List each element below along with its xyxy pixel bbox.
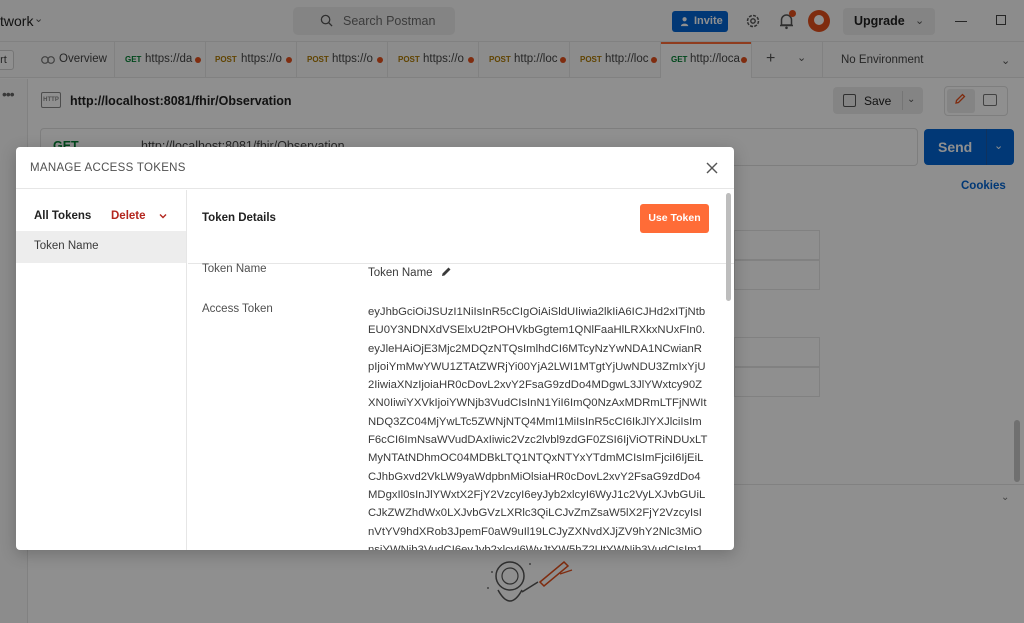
use-token-button[interactable]: Use Token [640,204,709,233]
chevron-down-icon [159,214,167,219]
pencil-icon[interactable] [440,266,452,278]
delete-button[interactable]: Delete [110,209,170,225]
access-token-value[interactable]: eyJhbGciOiJSUzI1NiIsInR5cCIgOiAiSldUIiwi… [368,303,708,550]
delete-label: Delete [111,210,146,222]
modal-header: MANAGE ACCESS TOKENS [16,147,734,189]
token-name-label: Token Name [202,263,267,275]
all-tokens-label: All Tokens [34,210,92,222]
token-details-title: Token Details [202,212,276,224]
token-list-item[interactable]: Token Name [16,231,186,263]
close-icon[interactable] [704,160,720,176]
divider [188,263,734,264]
scrollbar[interactable] [726,193,731,301]
token-details-pane: Token Details Use Token Token Name Token… [188,190,734,550]
modal-title: MANAGE ACCESS TOKENS [30,162,186,174]
access-token-label: Access Token [202,303,273,315]
manage-access-tokens-modal: MANAGE ACCESS TOKENS All Tokens Delete T… [16,147,734,550]
tokens-list-pane: All Tokens Delete Token Name [16,190,187,550]
token-list-item-label: Token Name [34,240,99,252]
token-name-value: Token Name [368,267,433,279]
